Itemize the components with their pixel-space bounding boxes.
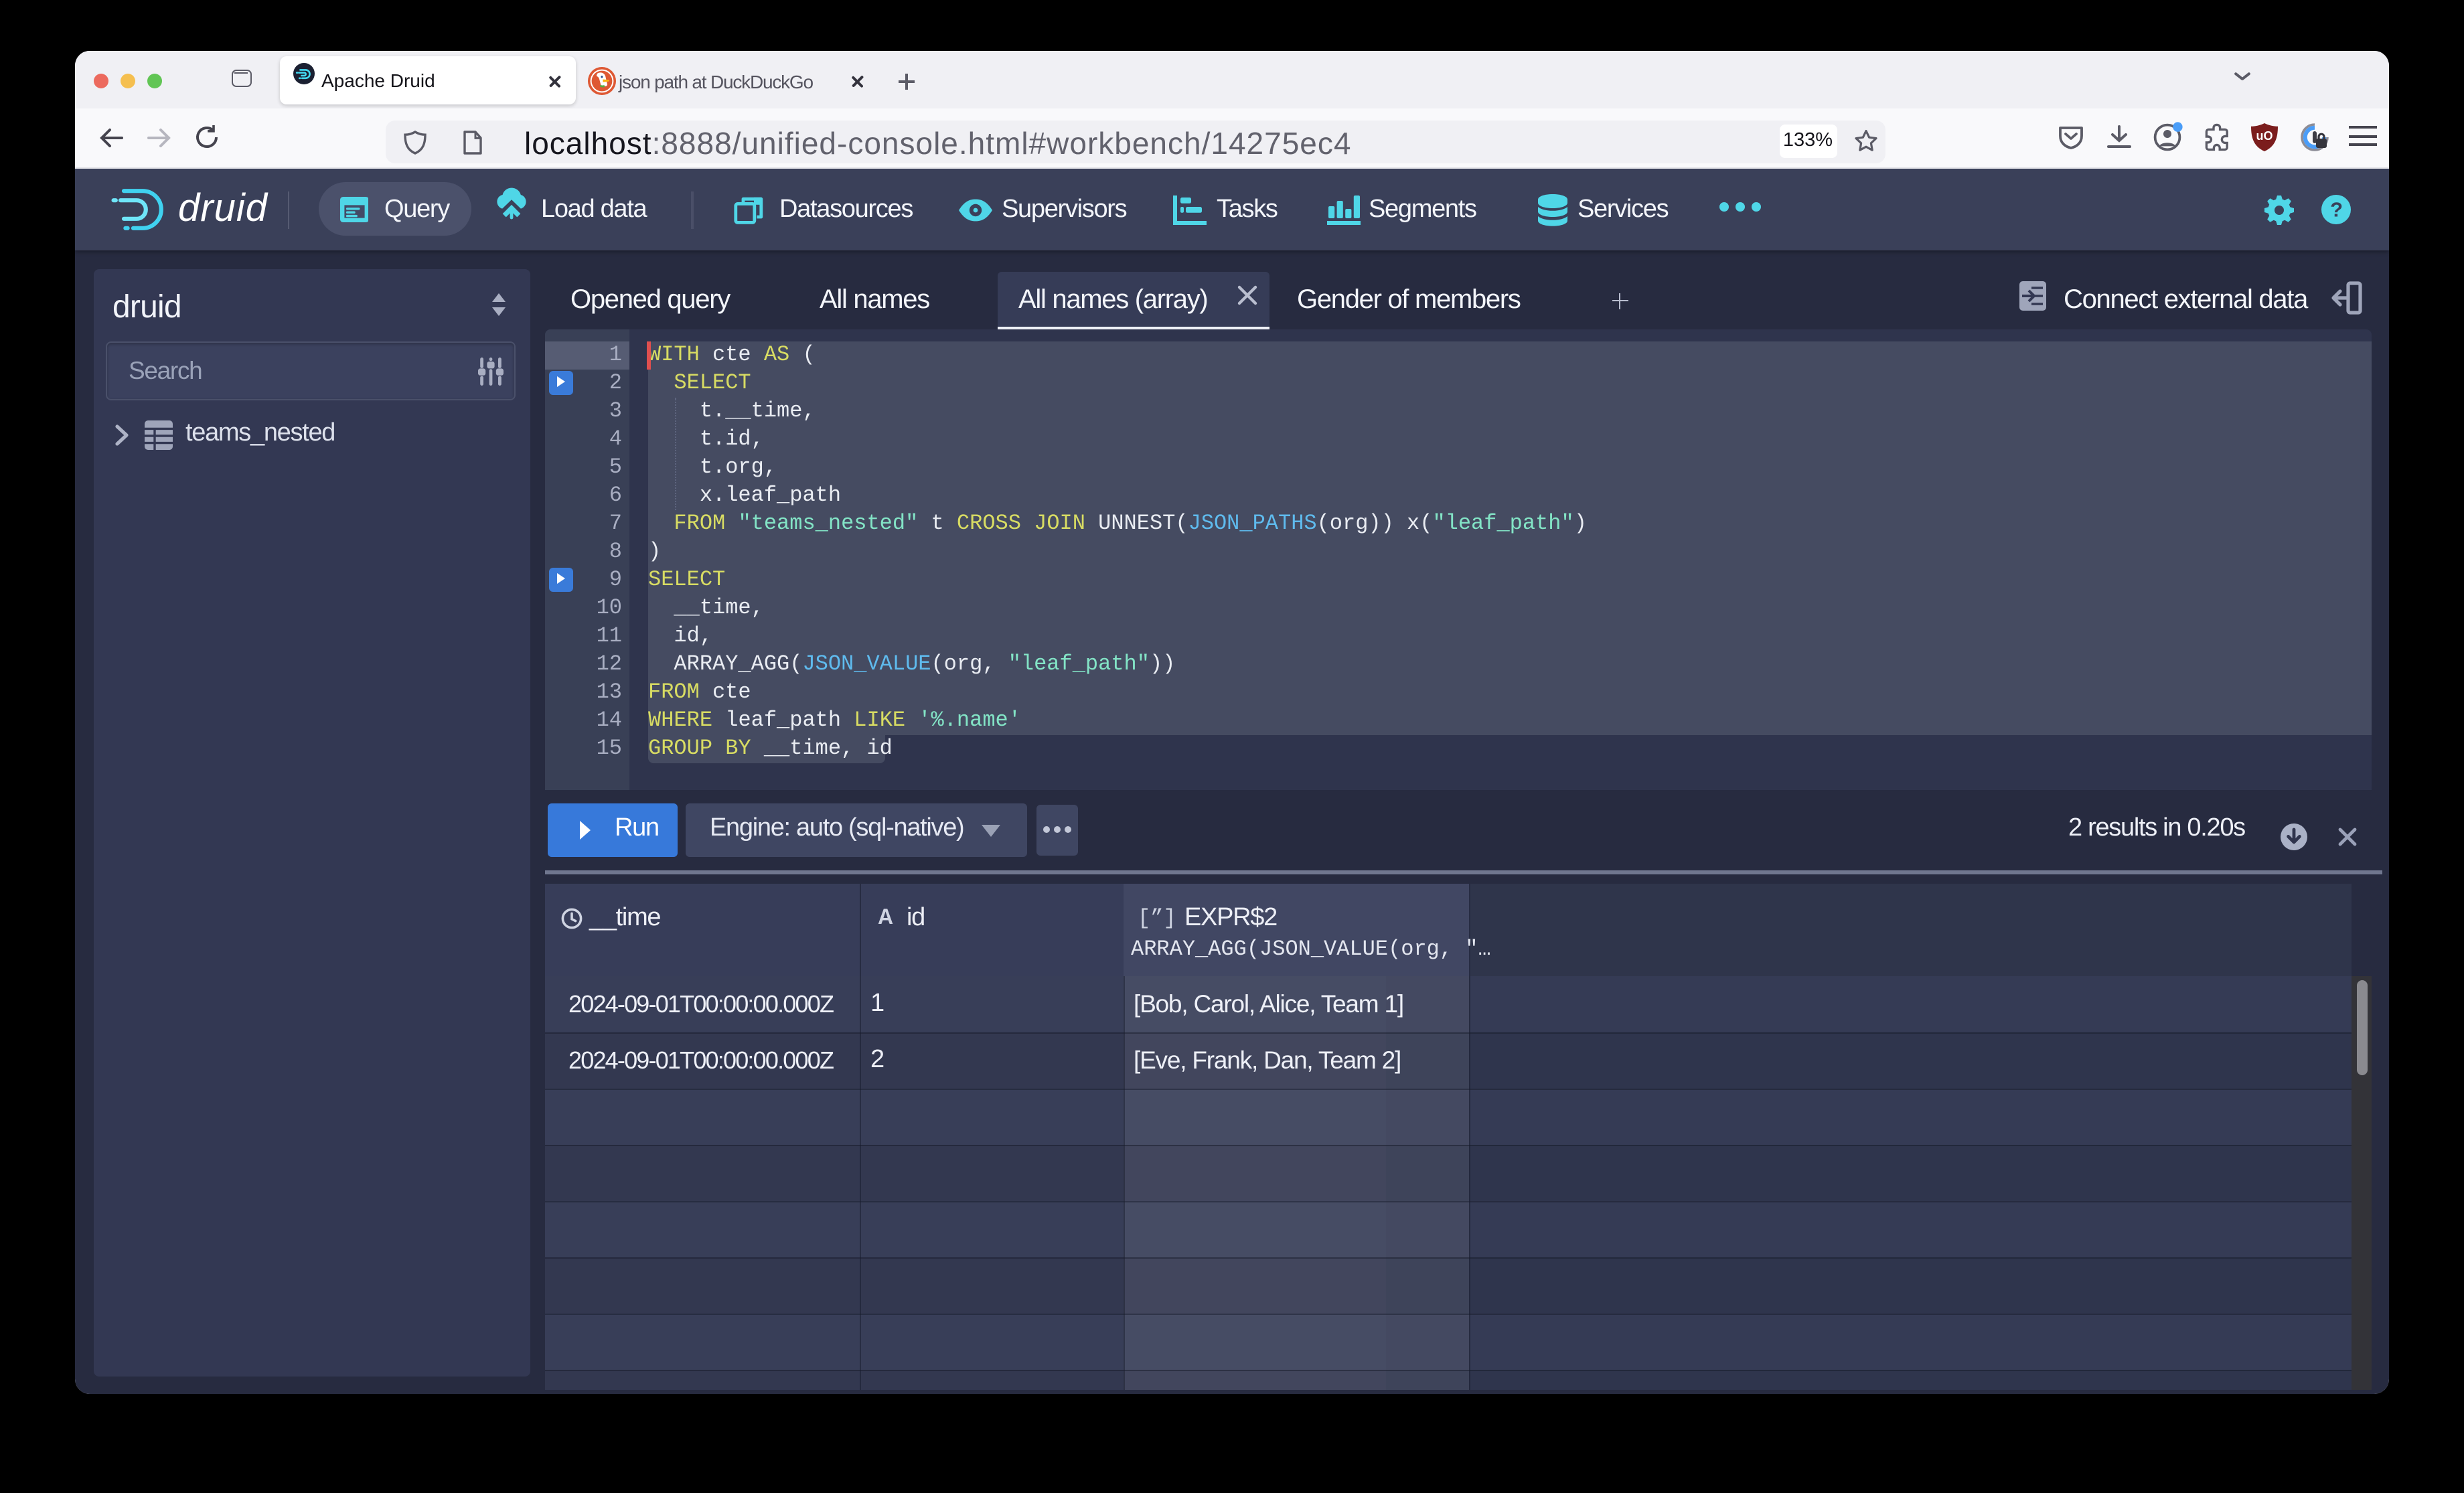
svg-text:?: ? (2330, 198, 2342, 221)
svg-text:uO: uO (2256, 129, 2273, 143)
